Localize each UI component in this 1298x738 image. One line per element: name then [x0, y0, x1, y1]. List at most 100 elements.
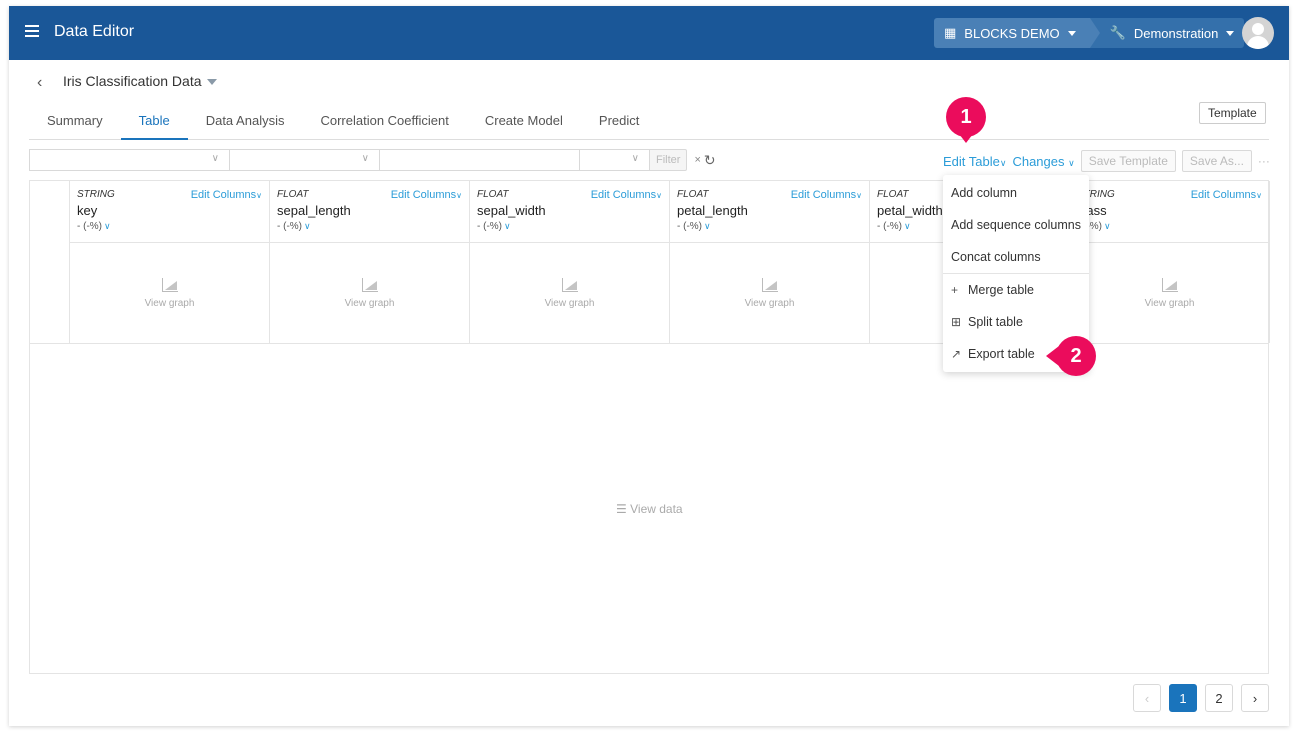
edit-columns-dropdown[interactable]: Edit Columns∨: [191, 189, 262, 201]
tab-data-analysis[interactable]: Data Analysis: [188, 106, 303, 140]
menu-item-label: Concat columns: [951, 250, 1041, 264]
changes-dropdown[interactable]: Changes ∨: [1012, 154, 1074, 169]
dataset-selector[interactable]: Iris Classification Data: [63, 73, 217, 89]
stat-value: - (-%): [277, 221, 302, 232]
column-key: STRING key - (-%) ∨ Edit Columns∨ View gr…: [70, 181, 270, 343]
view-data-button[interactable]: ☰ View data: [616, 502, 683, 516]
stat-value: - (-%): [477, 221, 502, 232]
organization-label: BLOCKS DEMO: [964, 25, 1060, 41]
menu-item-concat-columns[interactable]: Concat columns: [943, 241, 1089, 273]
column-stat[interactable]: - (-%) ∨: [77, 221, 262, 232]
area-chart-icon: [561, 277, 578, 292]
organization-selector[interactable]: ▦ BLOCKS DEMO: [934, 18, 1100, 48]
view-graph-button[interactable]: View graph: [1070, 243, 1269, 343]
chevron-down-icon: ∨: [1104, 221, 1111, 231]
edit-columns-dropdown[interactable]: Edit Columns∨: [1191, 189, 1262, 201]
caret-down-icon: [206, 79, 217, 85]
context-switcher: ▦ BLOCKS DEMO 🔧 Demonstration: [934, 18, 1245, 48]
view-graph-label: View graph: [544, 297, 595, 309]
column-name: class: [1077, 203, 1107, 218]
column-name: key: [77, 203, 98, 218]
list-icon: ☰: [616, 502, 627, 516]
column-stat[interactable]: - (-%) ∨: [677, 221, 862, 232]
page-2-button[interactable]: 2: [1205, 684, 1233, 712]
column-stat[interactable]: - (-%) ∨: [277, 221, 462, 232]
filter-button[interactable]: Filter: [649, 149, 688, 171]
stat-value: - (-%): [677, 221, 702, 232]
table-actions: Edit Table∨ Changes ∨ Save Template Save…: [943, 150, 1270, 172]
column-stat[interactable]: - (-%) ∨: [1077, 221, 1262, 232]
column-name: sepal_width: [477, 203, 546, 218]
edit-columns-dropdown[interactable]: Edit Columns∨: [791, 189, 862, 201]
tab-create-model[interactable]: Create Model: [467, 106, 581, 140]
edit-table-dropdown[interactable]: Edit Table∨: [943, 154, 1006, 169]
edit-columns-dropdown[interactable]: Edit Columns∨: [591, 189, 662, 201]
previous-page-button[interactable]: ‹: [1133, 684, 1161, 712]
view-graph-label: View graph: [344, 297, 395, 309]
column-header: FLOAT sepal_width - (-%) ∨ Edit Columns∨: [470, 181, 669, 243]
more-options-icon[interactable]: ···: [1258, 154, 1270, 168]
project-label: Demonstration: [1133, 25, 1219, 41]
tab-table[interactable]: Table: [120, 106, 188, 140]
view-graph-button[interactable]: View graph: [670, 243, 869, 343]
user-avatar[interactable]: [1242, 17, 1274, 49]
column-select[interactable]: ∨: [29, 149, 229, 171]
next-page-button[interactable]: ›: [1241, 684, 1269, 712]
chevron-down-icon: ∨: [256, 191, 262, 200]
chevron-down-icon: ∨: [904, 221, 911, 231]
step-2-callout: 2: [1046, 336, 1096, 376]
view-graph-button[interactable]: View graph: [70, 243, 269, 343]
menu-item-add-column[interactable]: Add column: [943, 177, 1089, 209]
clear-filter-icon[interactable]: ×: [694, 154, 700, 166]
building-icon: ▦: [944, 25, 957, 40]
menu-item-label: Add column: [951, 186, 1018, 200]
app-title: Data Editor: [54, 23, 135, 40]
refresh-icon[interactable]: ↻: [704, 152, 716, 169]
operator-select[interactable]: ∨: [229, 149, 379, 171]
edit-columns-dropdown[interactable]: Edit Columns∨: [391, 189, 462, 201]
row-header-column: [30, 181, 70, 343]
filter-mode-select[interactable]: ∨: [579, 149, 649, 171]
plus-icon: +: [951, 283, 959, 297]
menu-item-merge-table[interactable]: + Merge table: [943, 274, 1089, 306]
chevron-down-icon: ∨: [211, 153, 219, 164]
back-chevron-icon[interactable]: ‹: [37, 74, 42, 92]
chevron-down-icon: ∨: [104, 221, 111, 231]
filter-value-input[interactable]: [379, 149, 579, 171]
project-selector[interactable]: 🔧 Demonstration: [1089, 18, 1245, 48]
edit-table-label: Edit Table: [943, 153, 1000, 169]
area-chart-icon: [161, 277, 178, 292]
page-1-button[interactable]: 1: [1169, 684, 1197, 712]
view-graph-label: View graph: [1144, 297, 1195, 309]
view-graph-label: View graph: [744, 297, 795, 309]
chevron-down-icon: ∨: [304, 221, 311, 231]
area-chart-icon: [1161, 277, 1178, 292]
view-graph-button[interactable]: View graph: [470, 243, 669, 343]
template-button[interactable]: Template: [1199, 102, 1266, 124]
stat-value: - (-%): [77, 221, 102, 232]
save-template-button[interactable]: Save Template: [1080, 150, 1176, 172]
caret-down-icon: [1226, 30, 1235, 36]
tab-predict[interactable]: Predict: [581, 106, 657, 140]
menu-item-split-table[interactable]: ⊞ Split table: [943, 306, 1089, 338]
column-sepal-length: FLOAT sepal_length - (-%) ∨ Edit Columns∨…: [270, 181, 470, 343]
chevron-down-icon: ∨: [999, 157, 1007, 168]
edit-columns-label: Edit Columns: [1190, 189, 1257, 201]
menu-icon[interactable]: [25, 25, 39, 37]
edit-columns-label: Edit Columns: [790, 189, 857, 201]
edit-columns-label: Edit Columns: [590, 189, 657, 201]
filter-bar: ∨ ∨ ∨ Filter × ↻: [29, 149, 716, 171]
save-as-button[interactable]: Save As...: [1181, 150, 1252, 172]
column-stat[interactable]: - (-%) ∨: [477, 221, 662, 232]
grid-icon: ⊞: [951, 315, 962, 329]
tab-summary[interactable]: Summary: [29, 106, 121, 140]
chevron-down-icon: ∨: [856, 191, 862, 200]
chevron-down-icon: ∨: [456, 191, 462, 200]
chevron-down-icon: ∨: [361, 153, 369, 164]
menu-item-add-sequence-columns[interactable]: Add sequence columns: [943, 209, 1089, 241]
view-graph-label: View graph: [144, 297, 195, 309]
view-graph-button[interactable]: View graph: [270, 243, 469, 343]
tab-correlation-coefficient[interactable]: Correlation Coefficient: [302, 106, 466, 140]
area-chart-icon: [361, 277, 378, 292]
column-header: STRING class - (-%) ∨ Edit Columns∨: [1070, 181, 1269, 243]
